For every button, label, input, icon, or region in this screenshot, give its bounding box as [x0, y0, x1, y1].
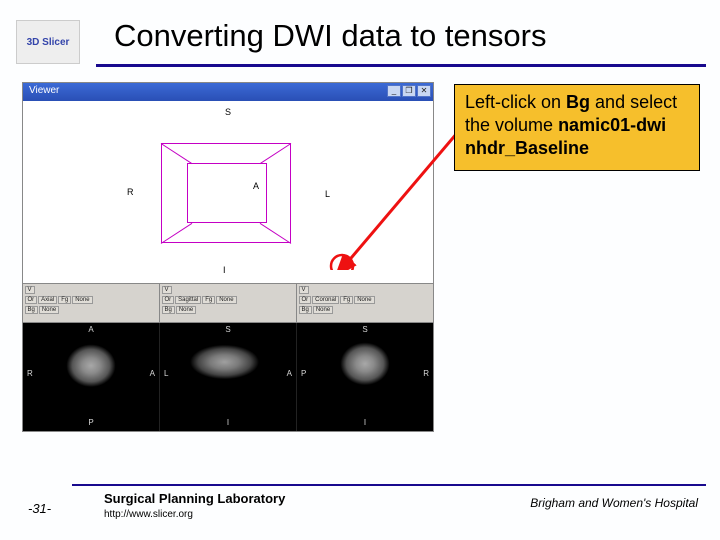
sag-bottom: I	[227, 418, 229, 427]
screenshot-title: Viewer	[23, 83, 433, 98]
sag-or: Sagittal	[175, 296, 201, 304]
control-col-sagittal: V OrSagittalFgNone BgNone	[160, 284, 297, 322]
ctl-v: V	[25, 286, 35, 294]
footer-url: http://www.slicer.org	[104, 509, 193, 520]
ctl-or2: Or	[162, 296, 175, 304]
ctl-fg2: Fg	[202, 296, 215, 304]
footer-hospital: Brigham and Women's Hospital	[530, 496, 698, 510]
cube-wireframe	[153, 127, 303, 257]
cor-or: Coronal	[312, 296, 339, 304]
page-number: -31-	[28, 501, 51, 516]
logo: 3D Slicer	[16, 20, 80, 64]
ax-top: A	[88, 325, 93, 334]
screenshot: Viewer _ ❐ ✕ S R A L I V	[22, 82, 434, 432]
cor-top: S	[362, 325, 367, 334]
control-col-coronal: V OrCoronalFgNone BgNone	[297, 284, 433, 322]
maximize-icon: ❐	[402, 85, 416, 97]
slice-sagittal: S L A I	[160, 323, 297, 431]
close-icon: ✕	[417, 85, 431, 97]
brain-axial	[59, 339, 123, 397]
ctl-v2: V	[162, 286, 172, 294]
title-rule	[96, 64, 706, 67]
logo-text: 3D Slicer	[27, 37, 70, 48]
cor-bottom: I	[364, 418, 366, 427]
screenshot-titlebar: Viewer _ ❐ ✕	[23, 83, 433, 101]
letter-r: R	[127, 187, 134, 197]
letter-l: L	[325, 189, 330, 199]
cor-left: P	[301, 369, 306, 378]
control-col-axial: V OrAxialFgNone BgNone	[23, 284, 160, 322]
brain-sagittal	[185, 339, 271, 385]
ctl-bg: Bg	[25, 306, 38, 314]
ax-left: R	[27, 369, 33, 378]
axial-fg: None	[72, 296, 92, 304]
sag-fg: None	[216, 296, 236, 304]
sag-bg: None	[176, 306, 196, 314]
cor-right: R	[423, 369, 429, 378]
sag-left: L	[164, 369, 168, 378]
ctl-or: Or	[25, 296, 38, 304]
letter-s: S	[225, 107, 231, 117]
ctl-v3: V	[299, 286, 309, 294]
axial-bg: None	[39, 306, 59, 314]
slice-axial: A R A P	[23, 323, 160, 431]
slice-views: A R A P S L A I S P R I	[23, 323, 433, 431]
brain-coronal	[335, 339, 395, 393]
ctl-bg2: Bg	[162, 306, 175, 314]
ctl-or3: Or	[299, 296, 312, 304]
ax-right: A	[150, 369, 155, 378]
ctl-bg3: Bg	[299, 306, 312, 314]
footer-rule	[72, 484, 706, 486]
ax-bottom: P	[88, 418, 93, 427]
slice-coronal: S P R I	[297, 323, 433, 431]
ctl-fg: Fg	[58, 296, 71, 304]
minimize-icon: _	[387, 85, 401, 97]
control-row: V OrAxialFgNone BgNone V OrSagittalFgNon…	[23, 283, 433, 323]
callout-vol2: nhdr_Baseline	[465, 138, 589, 158]
letter-i: I	[223, 265, 226, 275]
callout-box: Left-click on Bg and select the volume n…	[454, 84, 700, 171]
cor-bg: None	[313, 306, 333, 314]
axial-or: Axial	[38, 296, 57, 304]
page-title: Converting DWI data to tensors	[114, 18, 546, 54]
callout-pre: Left-click on	[465, 92, 566, 112]
ctl-fg3: Fg	[340, 296, 353, 304]
callout-vol1: namic01-dwi	[558, 115, 666, 135]
sag-top: S	[225, 325, 230, 334]
viewer-3d: S R A L I	[23, 101, 433, 283]
cor-fg: None	[354, 296, 374, 304]
sag-right: A	[287, 369, 292, 378]
callout-bg: Bg	[566, 92, 590, 112]
footer-lab: Surgical Planning Laboratory	[104, 491, 285, 506]
